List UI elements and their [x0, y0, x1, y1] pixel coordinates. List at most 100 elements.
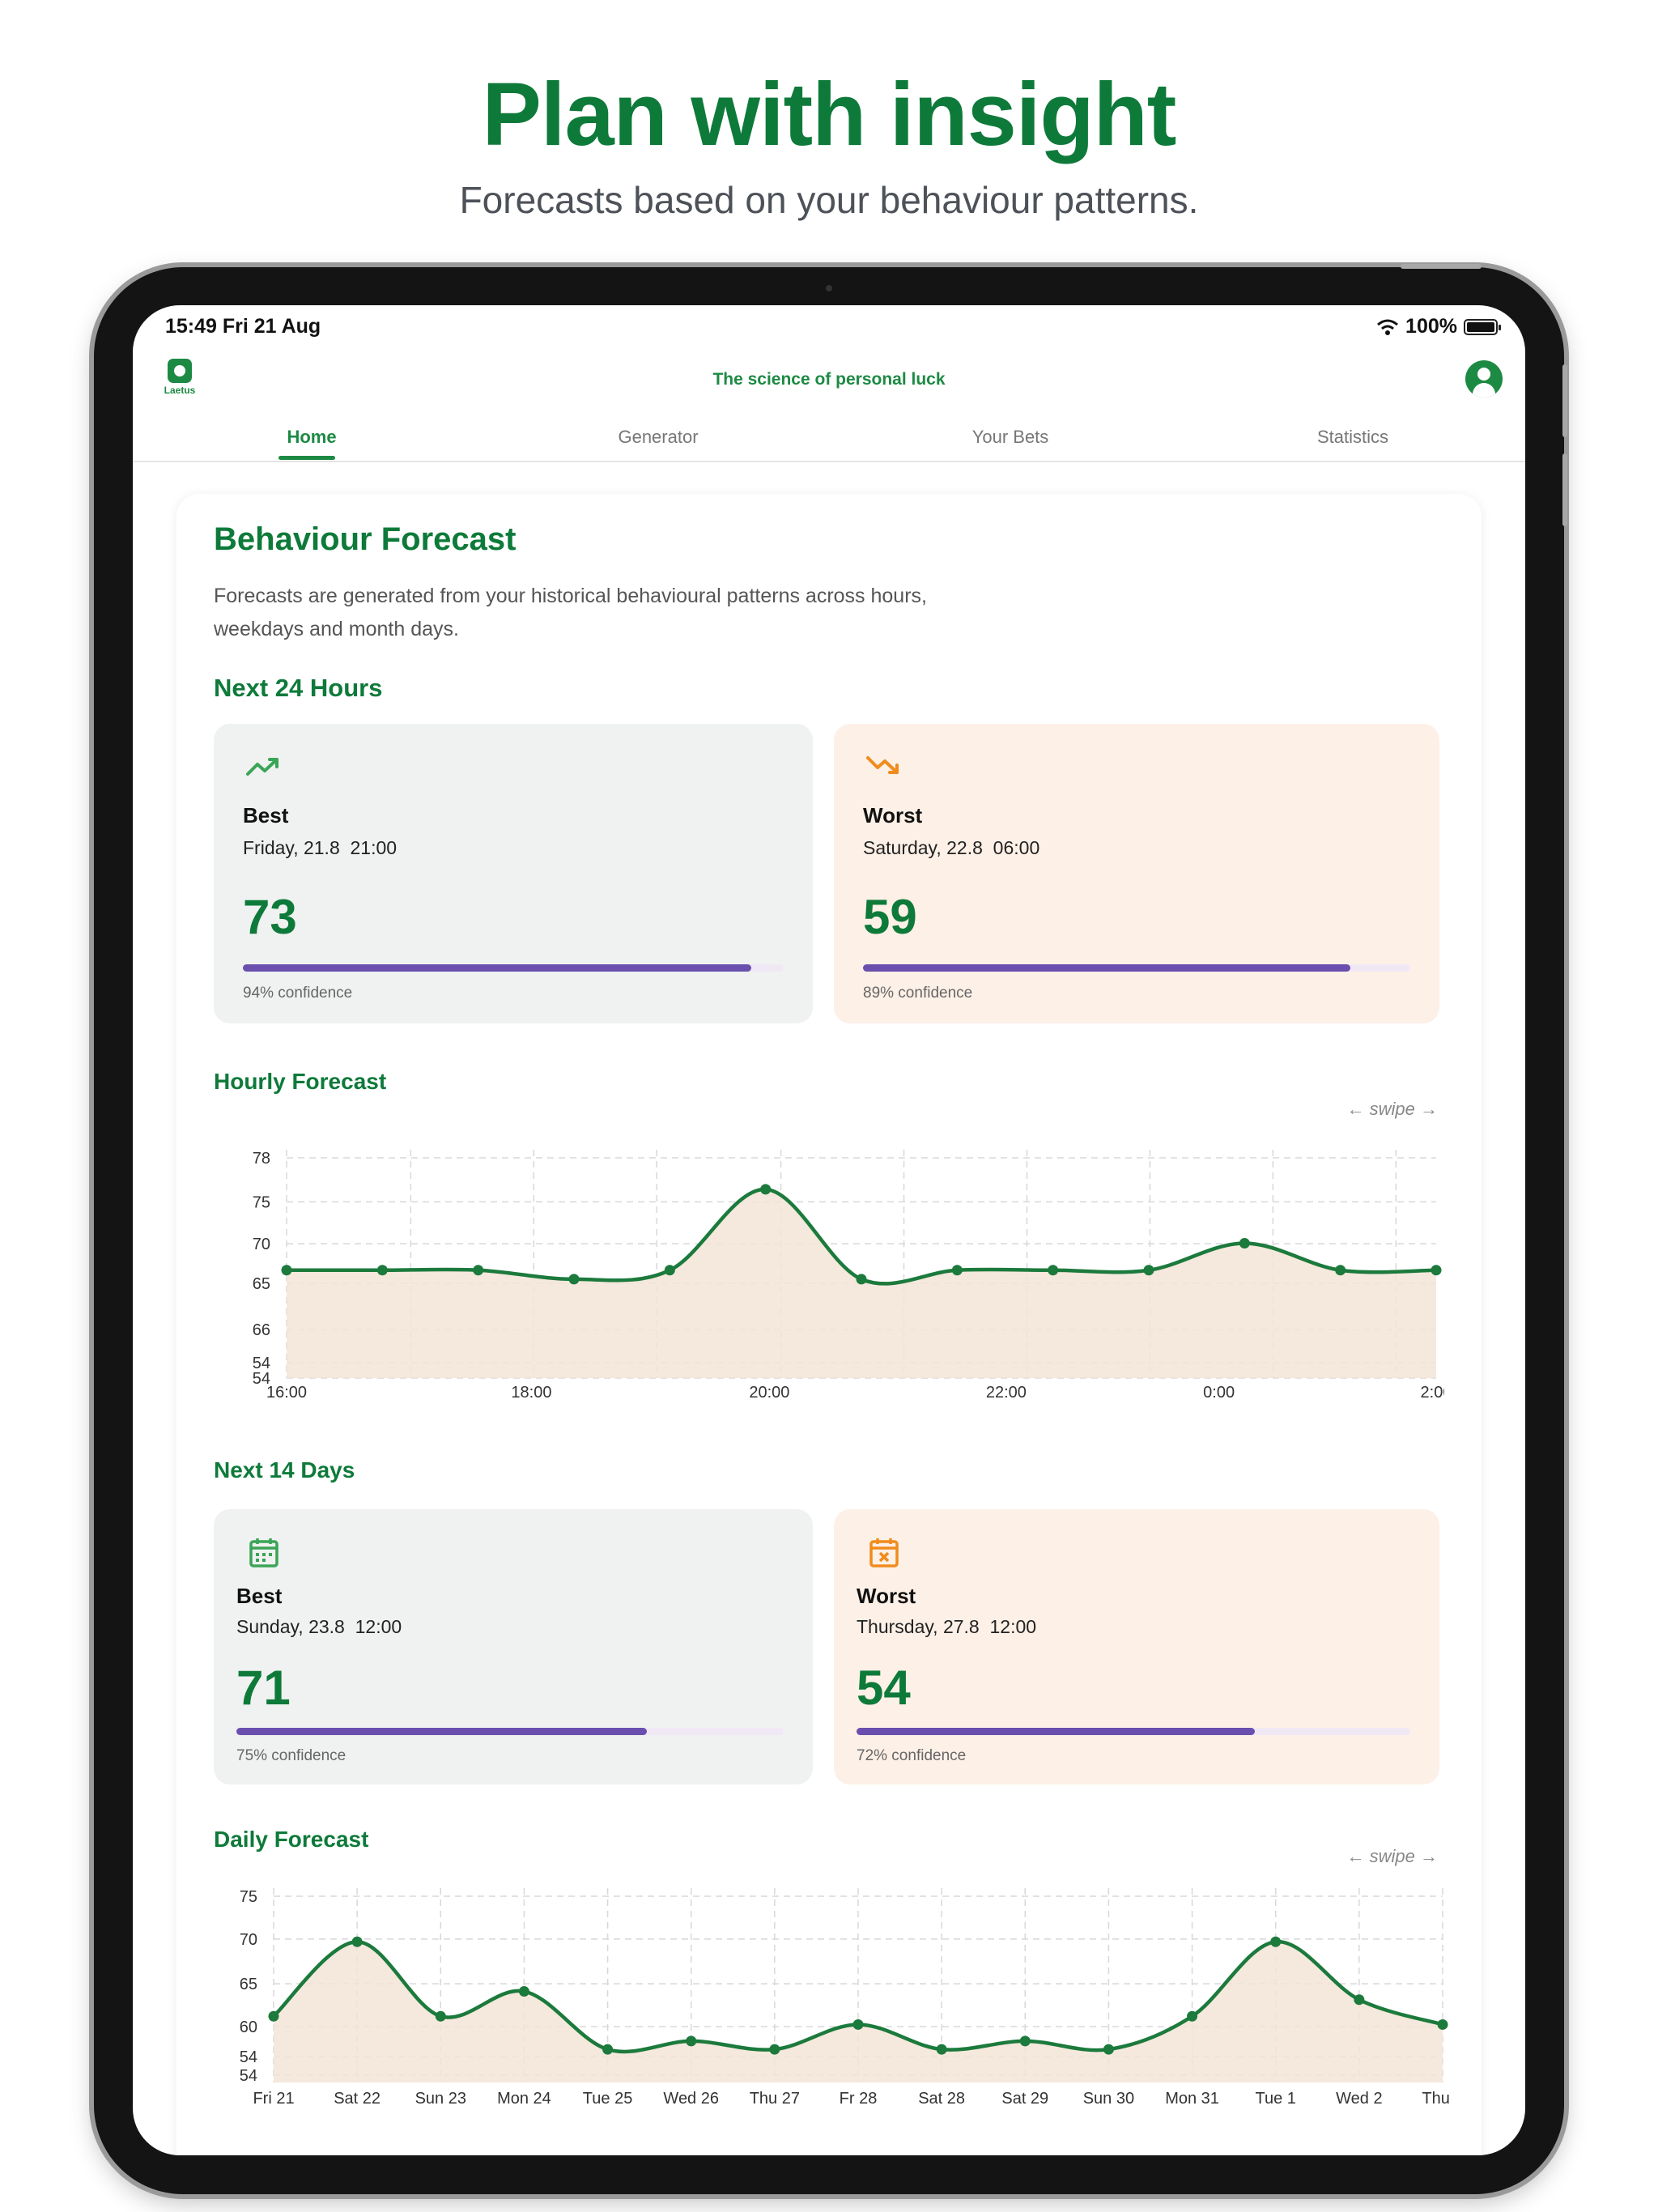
- x-tick-label: Sun 23: [415, 2090, 466, 2108]
- confidence-fill: [236, 1728, 647, 1735]
- x-tick-label: 22:00: [986, 1384, 1027, 1401]
- forecast-description: Forecasts are generated from your histor…: [214, 585, 927, 640]
- tab-your-bets[interactable]: Your Bets: [972, 427, 1049, 448]
- hourly-heading: Hourly Forecast: [214, 1069, 387, 1094]
- hourly-forecast-chart[interactable]: 78 75 70 65 66 54 54 16:00 18:00 20:00 22:00 0:00 2:…: [214, 1134, 1452, 1402]
- forecast-title: Behaviour Forecast: [214, 521, 517, 557]
- data-point: [1354, 1994, 1365, 2006]
- y-tick-label: 75: [253, 1193, 270, 1211]
- best-score: 73: [243, 890, 297, 944]
- tab-generator[interactable]: Generator: [618, 427, 698, 448]
- x-tick-label: Fri 21: [253, 2090, 294, 2108]
- battery-icon: [1464, 318, 1501, 335]
- data-point: [1143, 1265, 1154, 1276]
- data-point: [1048, 1265, 1059, 1276]
- data-point: [856, 1274, 867, 1285]
- tab-home[interactable]: Home: [287, 427, 336, 448]
- data-point: [473, 1265, 484, 1276]
- y-tick-label: 54: [240, 2067, 257, 2085]
- app-screen: 15:49 Fri 21 Aug 100% Laetus The science…: [133, 305, 1525, 2155]
- front-camera: [826, 285, 832, 291]
- data-point: [435, 2010, 446, 2022]
- worst-score: 59: [863, 890, 917, 944]
- confidence-text: 75% confidence: [236, 1747, 346, 1764]
- x-tick-label: Tue 1: [1256, 2090, 1296, 2108]
- confidence-text: 89% confidence: [863, 985, 973, 1002]
- x-tick-label: 18:00: [511, 1384, 551, 1401]
- top-button: [1401, 264, 1482, 269]
- daily-forecast-chart[interactable]: 75 70 65 60 54 54 Fri 21 Sat 22 Sun 23 Mon 24 Tue …: [214, 1880, 1464, 2115]
- hourly-chart-svg: 7875706566545416:00 18:00 20:00 22:00 0:00 2:…: [253, 1150, 1452, 1402]
- data-point: [268, 2010, 279, 2022]
- confidence-fill: [243, 964, 751, 972]
- data-point: [1019, 2035, 1031, 2047]
- x-tick-label: Wed 2: [1336, 2090, 1382, 2108]
- worst-24-card: Worst Saturday, 22.8 06:00 59 89% confid…: [834, 724, 1439, 1023]
- hourly-swipe-hint[interactable]: ← swipe →: [1347, 1099, 1438, 1120]
- x-tick-label: 2:00: [1421, 1384, 1444, 1401]
- battery-percent: 100%: [1405, 315, 1457, 338]
- best-time: Friday, 21.8 21:00: [243, 837, 397, 858]
- y-tick-label: 54: [240, 2048, 257, 2066]
- app-tagline: The science of personal luck: [712, 370, 946, 389]
- data-point: [1239, 1237, 1250, 1249]
- data-point: [518, 1986, 529, 1997]
- calendar-x-icon: [869, 1538, 899, 1568]
- best-label: Best: [243, 803, 289, 827]
- data-point: [351, 1936, 363, 1947]
- x-tick-label: Wed 26: [663, 2090, 719, 2108]
- best-label: Best: [236, 1584, 283, 1608]
- volume-up-button: [1562, 364, 1567, 437]
- x-tick-label: 0:00: [1203, 1384, 1235, 1401]
- user-circle-icon[interactable]: [1465, 360, 1503, 398]
- area-fill: [274, 1942, 1443, 2082]
- x-tick-label: 20:00: [749, 1384, 789, 1401]
- confidence-text: 94% confidence: [243, 985, 353, 1002]
- best-time: Sunday, 23.8 12:00: [236, 1616, 402, 1637]
- y-tick-label: 65: [253, 1275, 270, 1293]
- calendar-icon: [249, 1538, 278, 1568]
- daily-swipe-hint[interactable]: ← swipe →: [1347, 1846, 1438, 1867]
- tab-bar: Home Generator Your Bets Statistics: [133, 419, 1525, 462]
- worst-label: Worst: [857, 1584, 916, 1608]
- confidence-fill: [857, 1728, 1256, 1735]
- daily-chart-svg: 75 70 65 60 5454 Fri 21 Sat 22 Sun 23 Mon 24 Tue …: [240, 1888, 1464, 2108]
- data-point: [1270, 1936, 1282, 1947]
- data-point: [936, 2044, 947, 2055]
- confidence-bar: [243, 964, 784, 972]
- worst-14-card: Worst Thursday, 27.8 12:00 54 72% confid…: [834, 1509, 1439, 1784]
- data-point: [1335, 1265, 1346, 1276]
- tab-statistics[interactable]: Statistics: [1317, 427, 1388, 448]
- data-point: [376, 1265, 388, 1276]
- y-tick-label: 78: [253, 1150, 270, 1168]
- promo-headline: Plan with insight: [482, 65, 1177, 164]
- data-point: [1187, 2010, 1198, 2022]
- data-point: [951, 1265, 963, 1276]
- data-point: [760, 1184, 772, 1195]
- y-tick-label: 75: [240, 1888, 257, 1906]
- data-point: [281, 1265, 292, 1276]
- x-tick-label: 16:00: [266, 1384, 307, 1401]
- data-point: [602, 2044, 614, 2055]
- best-14-card: Best Sunday, 23.8 12:00 71 75% confidenc…: [214, 1509, 813, 1784]
- worst-time: Saturday, 22.8 06:00: [863, 837, 1040, 858]
- best-24-card: Best Friday, 21.8 21:00 73 94% confidenc…: [214, 724, 813, 1023]
- x-tick-label: Mon 31: [1165, 2090, 1219, 2108]
- confidence-fill: [863, 964, 1350, 972]
- confidence-bar: [857, 1728, 1410, 1735]
- promo-subline: Forecasts based on your behaviour patter…: [459, 179, 1199, 221]
- active-tab-indicator: [278, 456, 335, 460]
- data-point: [769, 2044, 780, 2055]
- data-point: [568, 1274, 580, 1285]
- daily-heading: Daily Forecast: [214, 1827, 369, 1852]
- x-tick-label: Sat 29: [1001, 2090, 1048, 2108]
- x-tick-label: Sun 30: [1083, 2090, 1134, 2108]
- confidence-text: 72% confidence: [857, 1747, 967, 1764]
- trending-down-icon: [866, 756, 899, 774]
- next-14-heading: Next 14 Days: [214, 1457, 355, 1482]
- y-tick-label: 66: [253, 1321, 270, 1339]
- y-tick-label: 70: [253, 1236, 270, 1253]
- next-24-heading: Next 24 Hours: [214, 674, 383, 702]
- worst-label: Worst: [863, 803, 923, 827]
- data-point: [1437, 2018, 1448, 2030]
